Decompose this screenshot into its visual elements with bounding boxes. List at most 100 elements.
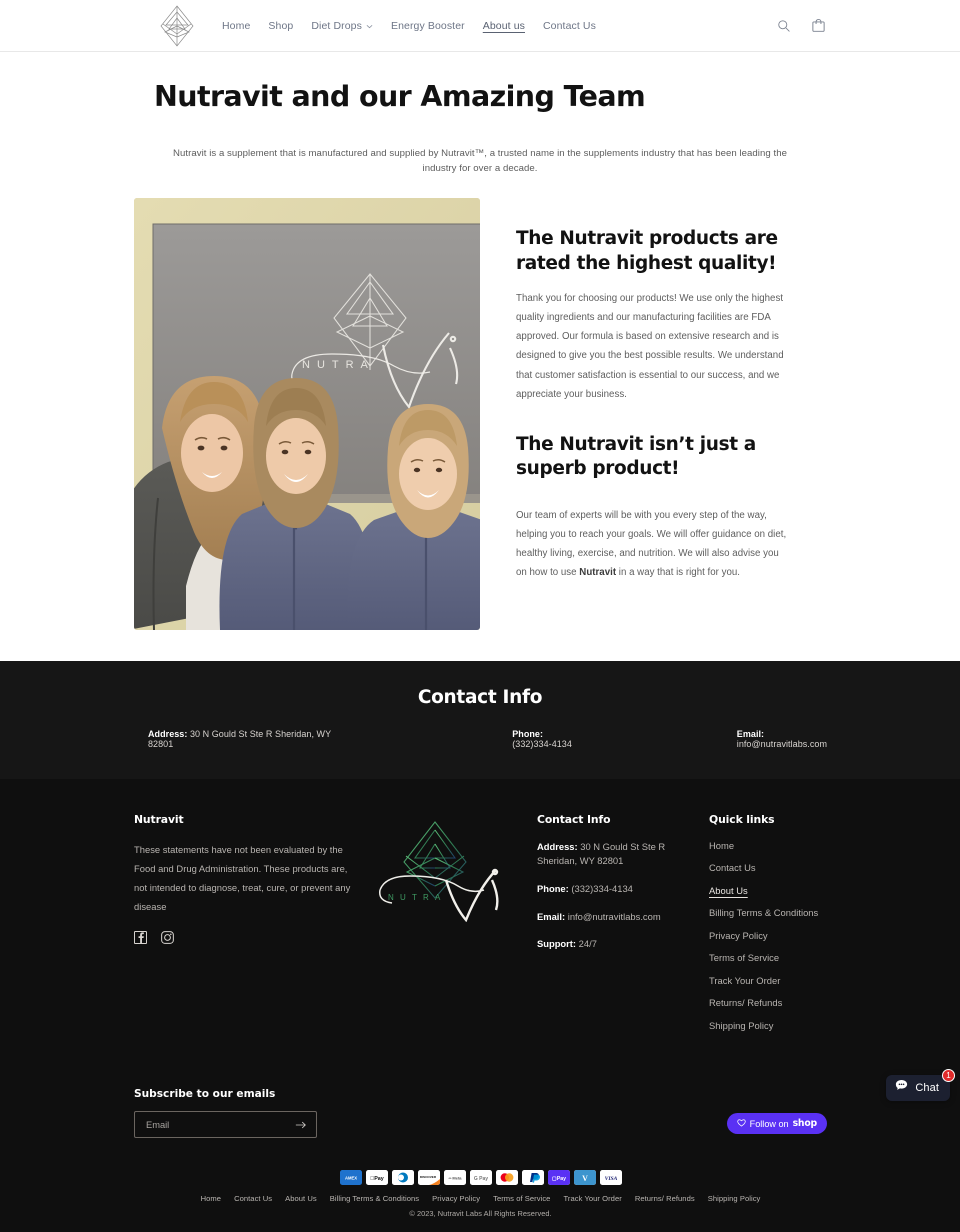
facebook-icon[interactable]	[134, 931, 147, 944]
site-header: Home Shop Diet Drops Energy Booster Abou…	[0, 0, 960, 52]
search-icon[interactable]	[775, 17, 793, 35]
footer-contact-phone: Phone: (332)334-4134	[537, 882, 697, 897]
feature-body-1: Thank you for choosing our products! We …	[516, 289, 788, 404]
footer-phone-label: Phone:	[537, 883, 569, 894]
contact-phone-label: Phone:	[512, 729, 543, 739]
header-actions	[775, 17, 827, 35]
contact-band-title: Contact Info	[0, 687, 960, 708]
quick-link-shipping-policy[interactable]: Shipping Policy	[709, 1020, 859, 1031]
footer-support-label: Support:	[537, 938, 576, 949]
contact-info-band: Contact Info Address: 30 N Gould St Ste …	[0, 661, 960, 779]
contact-phone-value[interactable]: (332)334-4134	[512, 739, 572, 749]
quick-link-privacy-policy[interactable]: Privacy Policy	[709, 930, 859, 941]
nav-link-shop[interactable]: Shop	[259, 14, 302, 38]
footer-bottom-bar: AMEX Pay DISCOVER ∞ Meta G Pay	[134, 1170, 827, 1232]
footer-contact-email: Email: info@nutravitlabs.com	[537, 910, 697, 925]
policy-link-about-us[interactable]: About Us	[285, 1194, 317, 1203]
main-nav: Home Shop Diet Drops Energy Booster Abou…	[213, 14, 605, 38]
feature-section: NUTRA	[0, 177, 960, 630]
footer-phone-value[interactable]: (332)334-4134	[569, 883, 633, 894]
footer-contact-address: Address: 30 N Gould St Ste R Sheridan, W…	[537, 840, 697, 869]
meta-pay-icon: ∞ Meta	[444, 1170, 466, 1185]
contact-address: Address: 30 N Gould St Ste R Sheridan, W…	[134, 729, 347, 749]
intro-paragraph: Nutravit is a supplement that is manufac…	[160, 147, 800, 177]
discover-icon: DISCOVER	[418, 1170, 440, 1185]
nav-link-energy-booster[interactable]: Energy Booster	[382, 14, 474, 38]
copyright-text: © 2023, Nutravit Labs All Rights Reserve…	[134, 1209, 827, 1218]
nav-item-energy-booster: Energy Booster	[382, 14, 474, 38]
chat-widget[interactable]: Chat 1	[886, 1075, 950, 1101]
policy-link-terms-of-service[interactable]: Terms of Service	[493, 1194, 550, 1203]
arrow-right-icon[interactable]	[295, 1120, 307, 1130]
heart-icon	[737, 1118, 746, 1129]
svg-text:∞ Meta: ∞ Meta	[448, 1176, 462, 1181]
site-logo[interactable]	[155, 3, 199, 49]
nutravit-wordmark-logo-icon: NUTRA	[370, 818, 500, 922]
nav-item-diet-drops: Diet Drops	[302, 14, 382, 38]
paypal-icon	[522, 1170, 544, 1185]
footer-brand-column: Nutravit These statements have not been …	[134, 813, 352, 944]
policy-link-track-your-order[interactable]: Track Your Order	[563, 1194, 621, 1203]
follow-prefix-label: Follow on	[750, 1119, 789, 1129]
payment-icons-row: AMEX Pay DISCOVER ∞ Meta G Pay	[134, 1170, 827, 1185]
subscribe-heading: Subscribe to our emails	[134, 1088, 727, 1100]
svg-text:G Pay: G Pay	[473, 1176, 487, 1182]
quick-link-billing-terms[interactable]: Billing Terms & Conditions	[709, 907, 859, 918]
policy-link-contact-us[interactable]: Contact Us	[234, 1194, 272, 1203]
quick-link-about-us[interactable]: About Us	[709, 885, 859, 896]
footer-email-value[interactable]: info@nutravitlabs.com	[565, 911, 661, 922]
email-input[interactable]	[146, 1120, 295, 1130]
contact-band-row: Address: 30 N Gould St Ste R Sheridan, W…	[0, 708, 960, 749]
quick-link-home[interactable]: Home	[709, 840, 859, 851]
svg-text:V: V	[582, 1174, 588, 1183]
team-photo: NUTRA	[134, 198, 480, 630]
quick-link-returns-refunds[interactable]: Returns/ Refunds	[709, 997, 859, 1008]
policy-link-shipping-policy[interactable]: Shipping Policy	[708, 1194, 761, 1203]
site-footer: Nutravit These statements have not been …	[0, 779, 960, 1232]
footer-quick-links-column: Quick links Home Contact Us About Us Bil…	[709, 813, 859, 1043]
policy-link-privacy-policy[interactable]: Privacy Policy	[432, 1194, 480, 1203]
footer-brand-heading: Nutravit	[134, 813, 352, 826]
page-title-section: Nutravit and our Amazing Team	[0, 52, 960, 114]
footer-socials	[134, 931, 352, 944]
amex-icon: AMEX	[340, 1170, 362, 1185]
shopping-bag-icon[interactable]	[809, 17, 827, 35]
nav-link-home[interactable]: Home	[213, 14, 259, 38]
contact-phone: Phone: (332)334-4134	[347, 729, 573, 749]
quick-link-contact-us[interactable]: Contact Us	[709, 862, 859, 873]
nutravit-leaf-icon	[157, 4, 197, 48]
chat-label: Chat	[915, 1082, 939, 1094]
svg-text:Pay: Pay	[370, 1176, 384, 1182]
subscribe-section: Subscribe to our emails Follow on shop	[134, 1088, 827, 1144]
feature-heading-2: The Nutravit isn’t just a superb product…	[516, 433, 827, 482]
policy-link-billing-terms[interactable]: Billing Terms & Conditions	[330, 1194, 419, 1203]
svg-text:NUTRA: NUTRA	[302, 359, 375, 371]
nav-item-contact-us: Contact Us	[534, 14, 605, 38]
chat-unread-badge: 1	[942, 1069, 955, 1082]
chevron-down-icon	[366, 21, 373, 28]
footer-email-label: Email:	[537, 911, 565, 922]
follow-on-shop-button[interactable]: Follow on shop	[727, 1113, 827, 1134]
nav-item-about-us: About us	[474, 14, 534, 38]
contact-email-value[interactable]: info@nutravitlabs.com	[737, 739, 827, 749]
policy-link-home[interactable]: Home	[201, 1194, 221, 1203]
policy-link-returns-refunds[interactable]: Returns/ Refunds	[635, 1194, 695, 1203]
contact-email: Email: info@nutravitlabs.com	[573, 729, 827, 749]
svg-text:AMEX: AMEX	[344, 1176, 356, 1181]
nav-link-contact-us[interactable]: Contact Us	[534, 14, 605, 38]
venmo-icon: V	[574, 1170, 596, 1185]
nav-link-diet-drops[interactable]: Diet Drops	[302, 14, 382, 38]
instagram-icon[interactable]	[161, 931, 174, 944]
feature-body-2-post: in a way that is right for you.	[616, 567, 740, 578]
policy-links-row: Home Contact Us About Us Billing Terms &…	[134, 1194, 827, 1203]
footer-columns: Nutravit These statements have not been …	[134, 813, 827, 1043]
quick-link-terms-of-service[interactable]: Terms of Service	[709, 952, 859, 963]
svg-text:VISA: VISA	[604, 1176, 617, 1182]
nav-link-about-us[interactable]: About us	[474, 14, 534, 38]
footer-quick-links-heading: Quick links	[709, 813, 859, 826]
footer-support-value: 24/7	[576, 938, 597, 949]
chat-bubble-icon	[894, 1078, 909, 1098]
diners-club-icon	[392, 1170, 414, 1185]
contact-address-label: Address:	[148, 729, 187, 739]
quick-link-track-your-order[interactable]: Track Your Order	[709, 975, 859, 986]
